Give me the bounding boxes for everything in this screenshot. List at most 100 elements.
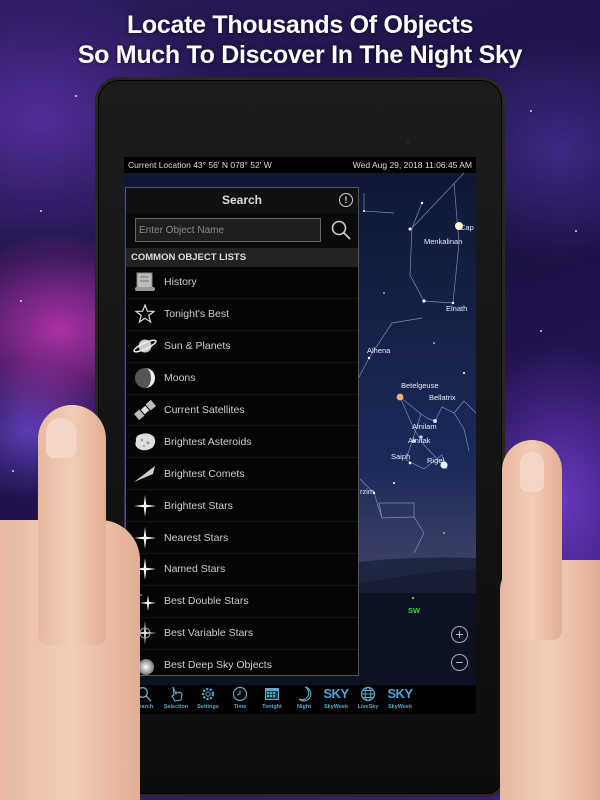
toolbar-tonight[interactable]: Tonight — [256, 685, 288, 714]
camera-icon — [405, 138, 411, 144]
star — [383, 292, 385, 294]
star-label: Alhena — [367, 346, 391, 355]
star — [367, 356, 371, 360]
list-item-named-stars[interactable]: Named Stars — [126, 554, 358, 586]
toolbar-label: Time — [233, 704, 247, 710]
sparkle-star-icon — [128, 492, 162, 520]
star — [411, 596, 415, 600]
list-item-label: Current Satellites — [164, 404, 245, 416]
toolbar-night[interactable]: Night — [288, 685, 320, 714]
list-item-label: Named Stars — [164, 563, 226, 576]
list-item-brightest-comets[interactable]: Brightest Comets — [126, 458, 358, 491]
headline-line-2: So Much To Discover In The Night Sky — [77, 41, 523, 69]
star-label: Saiph — [391, 452, 410, 461]
list-item-current-satellites[interactable]: Current Satellites — [126, 395, 358, 427]
object-name-input[interactable] — [135, 218, 321, 242]
toolbar-label: SkyWeek — [387, 704, 413, 710]
list-item-nearest-stars[interactable]: Nearest Stars — [126, 522, 358, 555]
list-item-label: Tonight's Best — [164, 308, 230, 321]
toolbar-livesky[interactable]: LiveSky — [352, 685, 384, 714]
constellation-line — [378, 502, 415, 519]
constellation-line — [363, 193, 395, 214]
toolbar-label: Night — [296, 704, 312, 710]
toolbar-selection[interactable]: Selection — [160, 685, 192, 714]
list-item-brightest-stars[interactable]: Brightest Stars — [126, 490, 358, 523]
compass-direction: SW — [408, 606, 421, 615]
moon-icon — [128, 364, 162, 392]
star-label: Betelgeuse — [401, 381, 439, 390]
toolbar-label: Selection — [163, 704, 189, 710]
list-item-label: Best Variable Stars — [164, 627, 254, 640]
star-label: Rigel — [427, 456, 444, 465]
search-panel: Search ! COMMON OBJECT LISTS History — [125, 187, 359, 676]
list-item-label: History — [164, 276, 197, 289]
star — [422, 299, 426, 303]
planet-icon — [128, 332, 162, 360]
list-item-best-variable-stars[interactable]: Best Variable Stars — [126, 618, 358, 650]
list-item-history[interactable]: History — [126, 267, 358, 299]
object-list: History Tonight's Best Sun & Planets Moo… — [126, 267, 358, 675]
star — [396, 393, 404, 401]
gear-icon — [192, 685, 224, 703]
toolbar-label: SkyWeek — [323, 704, 349, 710]
star — [408, 461, 412, 465]
star-label: Elnath — [446, 304, 467, 313]
bottom-toolbar: Search Selection Settings Time Tonight N… — [124, 685, 476, 714]
list-item-label: Sun & Planets — [164, 340, 231, 353]
star — [463, 372, 465, 374]
constellation-line — [453, 400, 476, 414]
list-item-label: Brightest Asteroids — [164, 435, 252, 448]
search-row — [126, 213, 358, 248]
app-screen: Current Location 43° 56' N 078° 52' W We… — [124, 157, 476, 714]
star-label: Alnilam — [412, 422, 437, 431]
toolbar-skyweek[interactable]: SKY SkyWeek — [320, 685, 352, 714]
list-item-label: Nearest Stars — [164, 531, 229, 544]
clock-icon — [224, 685, 256, 703]
search-panel-header: Search ! — [126, 188, 358, 213]
scroll-icon — [128, 268, 162, 296]
status-bar: Current Location 43° 56' N 078° 52' W We… — [124, 157, 476, 173]
star-label: Cap — [460, 223, 474, 232]
list-item-best-deep-sky-objects[interactable]: Best Deep Sky Objects — [126, 650, 358, 675]
globe-icon — [352, 685, 384, 703]
star — [408, 227, 412, 231]
constellation-line — [411, 173, 465, 229]
list-item-label: Brightest Stars — [164, 499, 233, 512]
list-item-tonights-best[interactable]: Tonight's Best — [126, 299, 358, 331]
star-outline-icon — [128, 300, 162, 328]
star — [443, 532, 445, 534]
hand-pointer-icon — [160, 685, 192, 703]
calendar-icon — [256, 685, 288, 703]
star-label: Bellatrix — [429, 393, 456, 402]
toolbar-label: LiveSky — [357, 704, 379, 710]
list-item-sun-planets[interactable]: Sun & Planets — [126, 331, 358, 363]
star — [433, 342, 435, 344]
toolbar-label: Settings — [197, 704, 219, 710]
toolbar-skyweek-2[interactable]: SKY SkyWeek — [384, 685, 416, 714]
search-icon[interactable] — [330, 219, 352, 241]
current-datetime: Wed Aug 29, 2018 11:06:45 AM — [352, 160, 472, 170]
star — [420, 201, 424, 205]
sky-logo-icon: SKY — [323, 686, 349, 701]
toolbar-time[interactable]: Time — [224, 685, 256, 714]
headline-line-1: Locate Thousands Of Objects — [126, 11, 474, 39]
sky-logo-icon: SKY — [387, 686, 413, 701]
list-item-moons[interactable]: Moons — [126, 363, 358, 395]
comet-icon — [128, 460, 162, 488]
star-label: Alnitak — [408, 436, 431, 445]
satellite-icon — [128, 396, 162, 424]
zoom-in-button[interactable]: + — [451, 626, 468, 643]
common-object-lists-header: COMMON OBJECT LISTS — [126, 248, 358, 267]
list-item-best-double-stars[interactable]: Best Double Stars — [126, 586, 358, 618]
promo-headline: Locate Thousands Of Objects So Much To D… — [0, 10, 600, 70]
zoom-out-button[interactable]: − — [451, 654, 468, 671]
list-item-label: Best Double Stars — [164, 595, 249, 608]
current-location: Current Location 43° 56' N 078° 52' W — [128, 160, 272, 170]
list-item-brightest-asteroids[interactable]: Brightest Asteroids — [126, 426, 358, 459]
star-label: rzim — [360, 487, 374, 496]
list-item-label: Brightest Comets — [164, 467, 245, 480]
toolbar-settings[interactable]: Settings — [192, 685, 224, 714]
toolbar-label: Tonight — [262, 704, 282, 710]
info-icon[interactable]: ! — [339, 193, 353, 207]
crescent-moon-icon — [288, 685, 320, 703]
